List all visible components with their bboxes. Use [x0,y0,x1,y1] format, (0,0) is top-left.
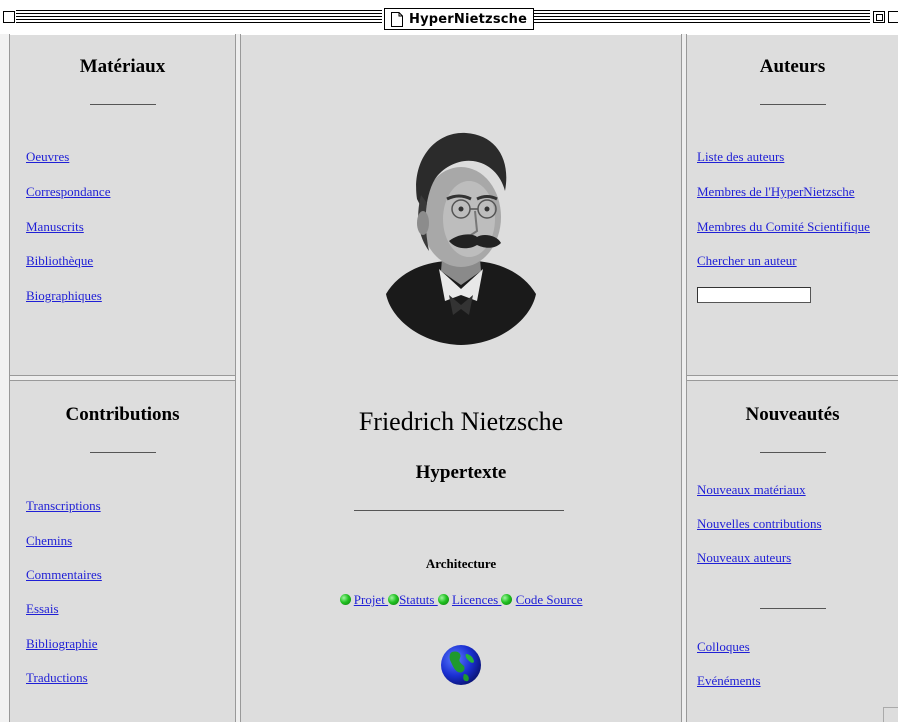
zoom-box[interactable] [873,11,885,23]
collapse-box[interactable] [888,11,898,23]
authors-heading: Auteurs [759,56,826,77]
contributions-frame: Contributions Transcriptions Chemins Com… [10,381,235,722]
link-membres-comite[interactable]: Membres du Comité Scientifique [697,219,870,235]
portrait-image [386,132,536,345]
news-rule [760,452,826,453]
link-membres-hypernietzsche[interactable]: Membres de l'HyperNietzsche [697,184,855,200]
materials-rule [90,104,156,105]
link-essais[interactable]: Essais [26,601,59,617]
bullet-icon [501,594,513,605]
link-evenements[interactable]: Evénéments [697,673,761,689]
link-traductions[interactable]: Traductions [26,670,88,686]
news-frame: Nouveautés Nouveaux matériaux Nouvelles … [687,381,898,722]
link-licences[interactable]: Licences [452,592,501,607]
architecture-links: Projet Statuts Licences Code Source [241,592,681,608]
link-oeuvres[interactable]: Oeuvres [26,149,69,165]
news-heading: Nouveautés [745,404,840,425]
title-bar-stripes [16,10,382,25]
link-transcriptions[interactable]: Transcriptions [26,498,101,514]
page-subtitle: Hypertexte [415,462,507,483]
materials-heading: Matériaux [79,56,166,77]
link-liste-auteurs[interactable]: Liste des auteurs [697,149,784,165]
architecture-heading: Architecture [425,556,497,571]
link-colloques[interactable]: Colloques [697,639,750,655]
link-nouveaux-materiaux[interactable]: Nouveaux matériaux [697,482,806,498]
contributions-heading: Contributions [65,404,180,425]
bullet-icon [388,594,400,605]
link-statuts[interactable]: Statuts [399,592,438,607]
link-manuscrits[interactable]: Manuscrits [26,219,84,235]
window-title-bar[interactable]: HyperNietzsche [0,0,898,34]
center-rule [354,510,564,511]
title-bar-stripes-right [534,10,870,25]
resize-grip[interactable] [883,707,898,722]
link-bibliographie[interactable]: Bibliographie [26,636,98,652]
link-correspondance[interactable]: Correspondance [26,184,110,200]
link-nouveaux-auteurs[interactable]: Nouveaux auteurs [697,550,791,566]
window-title: HyperNietzsche [384,8,534,30]
contributions-rule [90,452,156,453]
document-icon [391,11,403,27]
window-title-text: HyperNietzsche [409,11,528,27]
page-title: Friedrich Nietzsche [358,407,564,436]
authors-frame: Auteurs Liste des auteurs Membres de l'H… [687,35,898,375]
authors-rule [760,104,826,105]
link-chemins[interactable]: Chemins [26,533,72,549]
materials-frame: Matériaux Oeuvres Correspondance Manuscr… [10,35,235,375]
main-frame: Friedrich Nietzsche Hypertexte Architect… [241,35,681,722]
window-left-edge [0,34,10,722]
link-chercher-auteur[interactable]: Chercher un auteur [697,253,797,269]
link-nouvelles-contributions[interactable]: Nouvelles contributions [697,516,822,532]
close-box[interactable] [3,11,15,23]
bullet-icon [437,594,449,605]
link-bibliotheque[interactable]: Bibliothèque [26,253,93,269]
author-search-input[interactable] [697,287,811,303]
news-rule-2 [760,608,826,609]
link-projet[interactable]: Projet [354,592,388,607]
link-code-source[interactable]: Code Source [516,592,583,607]
link-biographiques[interactable]: Biographiques [26,288,102,304]
link-commentaires[interactable]: Commentaires [26,567,102,583]
bullet-icon [339,594,351,605]
globe-icon[interactable] [440,644,482,686]
